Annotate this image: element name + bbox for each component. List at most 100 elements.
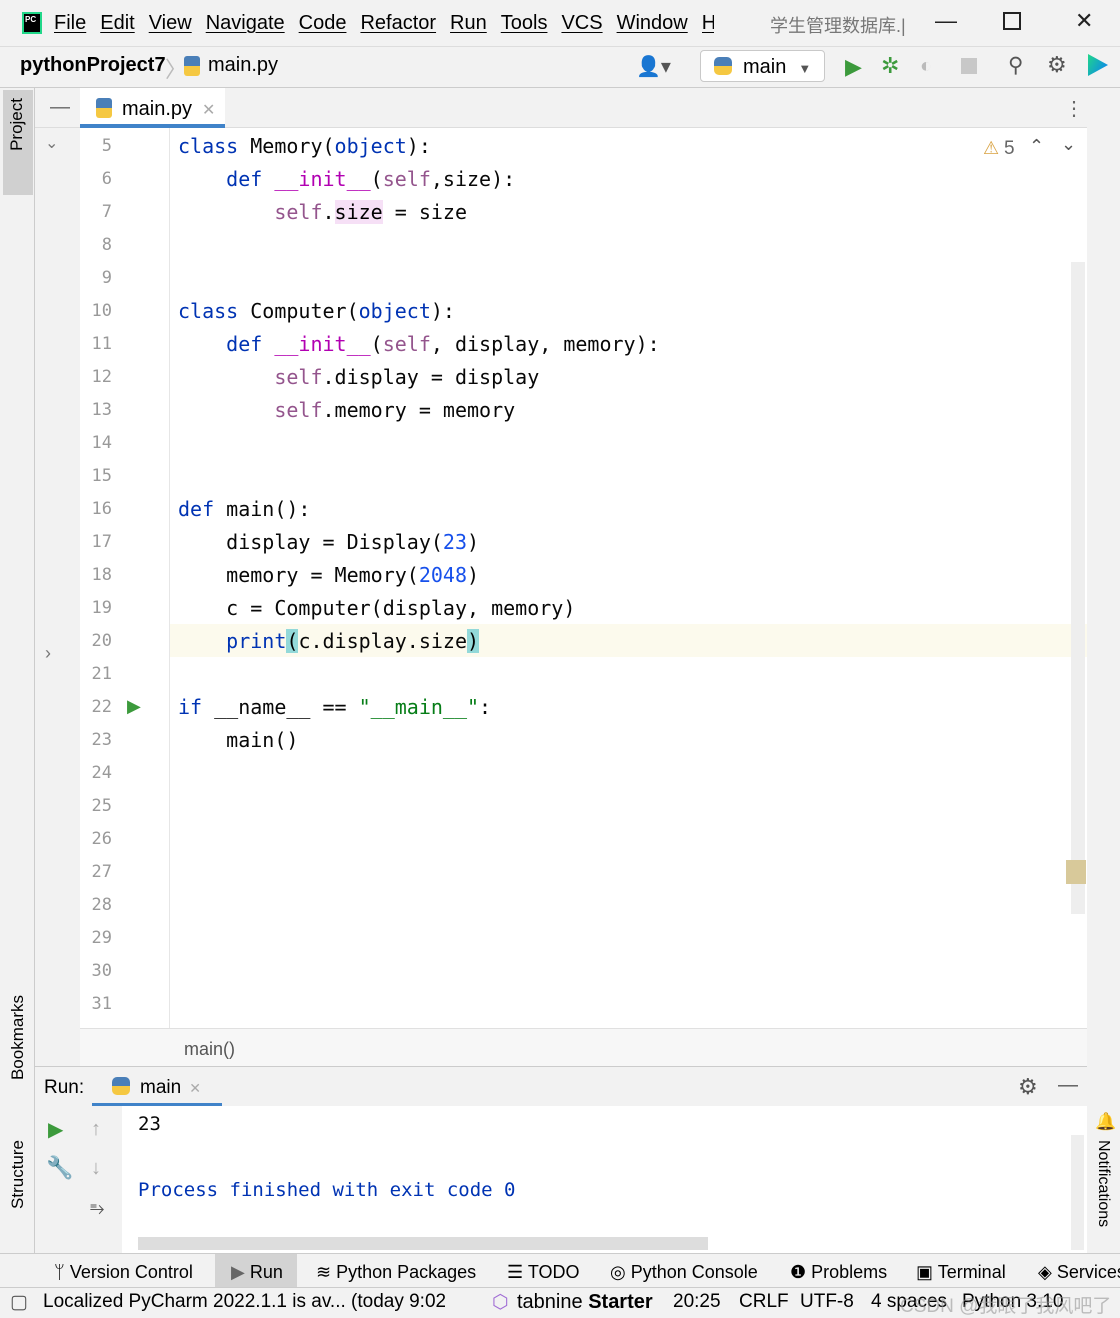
code-token: Computer( xyxy=(250,299,359,323)
close-tab-icon[interactable]: ✕ xyxy=(189,1080,201,1096)
terminal-tab[interactable]: ▣ Terminal xyxy=(916,1262,1006,1283)
version-control-tab[interactable]: ᛘ Version Control xyxy=(54,1262,193,1283)
code-line: c = Computer(display, memory) xyxy=(178,592,575,625)
bookmarks-tool-button[interactable]: Bookmarks xyxy=(8,995,28,1080)
line-number: 8 xyxy=(101,235,112,255)
menu-refactor[interactable]: Refactor xyxy=(360,12,436,35)
breadcrumb-file[interactable]: main.py xyxy=(208,54,278,77)
todo-tab[interactable]: ☰ TODO xyxy=(507,1262,579,1283)
previous-highlight-icon[interactable]: ⌃ xyxy=(1029,136,1044,157)
event-log-icon[interactable]: ▢ xyxy=(10,1291,28,1314)
down-arrow-icon[interactable]: ↓ xyxy=(91,1157,101,1180)
close-tab-icon[interactable]: ✕ xyxy=(202,102,215,119)
tab-label: main.py xyxy=(122,98,193,120)
menu-code[interactable]: Code xyxy=(299,12,347,35)
menu-view[interactable]: View xyxy=(149,12,192,35)
line-number: 9 xyxy=(101,268,112,288)
console-line: Process finished with exit code 0 xyxy=(138,1179,516,1201)
warning-icon[interactable]: ⚠ xyxy=(983,138,999,159)
debug-icon[interactable]: ✲ xyxy=(881,53,899,79)
line-number: 17 xyxy=(91,532,112,552)
menu-help[interactable]: Help xyxy=(702,12,714,35)
menu-navigate[interactable]: Navigate xyxy=(206,12,285,35)
code-line: memory = Memory(2048) xyxy=(178,559,479,592)
code-line: display = Display(23) xyxy=(178,526,479,559)
code-token: self xyxy=(274,200,323,224)
python-icon xyxy=(112,1077,130,1095)
code-token: __init__ xyxy=(274,332,371,356)
tabnine-icon: ⬡ xyxy=(492,1292,509,1313)
wrench-icon[interactable]: 🔧 xyxy=(46,1155,73,1181)
line-number: 30 xyxy=(91,961,112,981)
stop-icon[interactable] xyxy=(961,58,977,74)
structure-tool-button[interactable]: Structure xyxy=(8,1140,28,1209)
minimize-button[interactable]: — xyxy=(935,8,957,34)
editor-scrollbar[interactable] xyxy=(1071,262,1085,914)
code-token: class xyxy=(178,299,251,323)
run-panel-label: Run: xyxy=(44,1077,85,1098)
code-token: c.display.size xyxy=(298,629,468,653)
soft-wrap-icon[interactable]: ⥱ xyxy=(90,1198,104,1219)
hide-panel-icon[interactable]: — xyxy=(1058,1074,1078,1097)
caret-position[interactable]: 20:25 xyxy=(673,1291,721,1313)
search-icon[interactable]: ⚲ xyxy=(1008,53,1023,78)
python-packages-label: Python Packages xyxy=(336,1262,477,1282)
code-token: self xyxy=(382,332,431,356)
menu-tools[interactable]: Tools xyxy=(501,12,548,35)
status-message[interactable]: Localized PyCharm 2022.1.1 is av... (tod… xyxy=(43,1291,445,1313)
code-token: ) xyxy=(467,563,480,587)
rerun-icon[interactable]: ▶ xyxy=(48,1117,63,1142)
coverage-icon[interactable]: ◐ xyxy=(920,55,932,78)
more-options-icon[interactable]: ⋮ xyxy=(1064,96,1084,121)
maximize-button[interactable] xyxy=(1003,12,1021,30)
notifications-tool-button[interactable]: Notifications xyxy=(1094,1140,1112,1227)
menu-window[interactable]: Window xyxy=(617,12,688,35)
python-packages-tab[interactable]: ≋ Python Packages xyxy=(316,1262,476,1283)
collapse-icon[interactable]: — xyxy=(50,96,70,119)
notification-bell-icon[interactable]: 🔔 xyxy=(1095,1112,1116,1132)
services-label: Services xyxy=(1056,1262,1120,1282)
menu-vcs[interactable]: VCS xyxy=(561,12,602,35)
line-number: 16 xyxy=(91,499,112,519)
code-token: size xyxy=(334,200,383,224)
chevron-down-icon[interactable]: ⌄ xyxy=(45,133,58,153)
code-line: class Memory(object): xyxy=(178,130,431,163)
code-token: self xyxy=(382,167,431,191)
run-gutter-icon[interactable]: ▶ xyxy=(127,696,141,717)
code-token: main() xyxy=(178,728,299,752)
window-title: 学生管理数据库.| xyxy=(770,16,906,36)
code-token: .display = display xyxy=(322,365,540,389)
next-highlight-icon[interactable]: ⌄ xyxy=(1061,134,1076,155)
gear-icon[interactable]: ⚙ xyxy=(1047,52,1067,78)
problems-tab[interactable]: ❶ Problems xyxy=(790,1262,887,1283)
line-number: 6 xyxy=(101,169,112,189)
console-vertical-scrollbar[interactable] xyxy=(1071,1135,1084,1250)
project-tool-button[interactable]: Project xyxy=(3,90,33,195)
tabnine-label: tabnine xyxy=(517,1291,583,1313)
line-number: 21 xyxy=(91,664,112,684)
menu-file[interactable]: File xyxy=(54,12,86,35)
code-line: self.size = size xyxy=(178,196,467,229)
breadcrumb-project[interactable]: pythonProject7 xyxy=(20,54,166,77)
line-separator[interactable]: CRLF xyxy=(739,1291,789,1313)
tabnine-widget[interactable]: tabnine Starter xyxy=(517,1291,653,1314)
console-line: 23 xyxy=(138,1113,161,1135)
menu-edit[interactable]: Edit xyxy=(100,12,134,35)
run-tool-tab[interactable]: ▶ Run xyxy=(231,1262,283,1283)
line-number: 7 xyxy=(101,202,112,222)
user-icon[interactable]: 👤▾ xyxy=(636,54,671,79)
console-horizontal-scrollbar[interactable] xyxy=(138,1237,708,1250)
code-token: object xyxy=(334,134,407,158)
line-number: 28 xyxy=(91,895,112,915)
file-encoding[interactable]: UTF-8 xyxy=(800,1291,854,1313)
chevron-right-icon[interactable]: › xyxy=(45,643,51,664)
gear-icon[interactable]: ⚙ xyxy=(1018,1074,1038,1100)
run-icon[interactable]: ▶ xyxy=(845,54,862,80)
python-console-tab[interactable]: ◎ Python Console xyxy=(610,1262,758,1283)
services-tab[interactable]: ◈ Services xyxy=(1038,1262,1120,1283)
menu-run[interactable]: Run xyxy=(450,12,487,35)
close-window-button[interactable]: ✕ xyxy=(1075,8,1093,34)
up-arrow-icon[interactable]: ↑ xyxy=(91,1118,101,1141)
code-breadcrumb[interactable]: main() xyxy=(80,1028,1087,1066)
